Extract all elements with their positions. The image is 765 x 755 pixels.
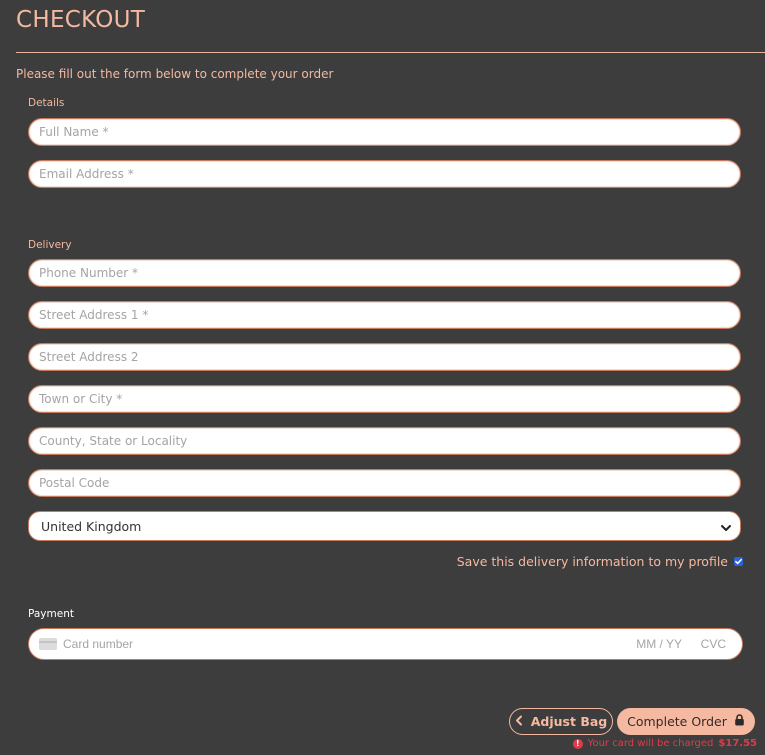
card-field[interactable]: Card number MM / YY CVC (28, 628, 743, 660)
street-address-1-field[interactable] (28, 301, 741, 329)
alert-circle-icon: ! (572, 738, 583, 749)
chevron-down-icon (720, 519, 732, 531)
card-expiry-input[interactable]: MM / YY (636, 637, 682, 651)
checkbox-checked-icon (735, 558, 742, 565)
charge-notice-text: Your card will be charged (587, 738, 714, 749)
save-delivery-label: Save this delivery information to my pro… (456, 554, 728, 569)
charge-amount: $17.55 (718, 738, 757, 749)
town-input[interactable] (39, 386, 729, 412)
phone-field[interactable] (28, 259, 741, 287)
details-section-label: Details (28, 97, 65, 109)
save-delivery-checkbox[interactable] (734, 557, 743, 566)
street-address-2-field[interactable] (28, 343, 741, 371)
country-select[interactable]: United Kingdom (28, 511, 741, 541)
town-field[interactable] (28, 385, 741, 413)
payment-section-label: Payment (28, 608, 74, 620)
street-address-2-input[interactable] (39, 344, 729, 370)
card-number-input[interactable]: Card number (63, 637, 133, 651)
county-input[interactable] (39, 428, 729, 454)
phone-input[interactable] (39, 260, 729, 286)
complete-order-label: Complete Order (627, 714, 727, 729)
postcode-input[interactable] (39, 470, 729, 496)
adjust-bag-label: Adjust Bag (530, 714, 608, 729)
card-cvc-input[interactable]: CVC (701, 637, 726, 651)
street-address-1-input[interactable] (39, 302, 729, 328)
delivery-section-label: Delivery (28, 239, 72, 251)
email-input[interactable] (39, 161, 729, 187)
adjust-bag-button[interactable]: Adjust Bag (509, 708, 613, 735)
complete-order-button[interactable]: Complete Order (617, 708, 755, 735)
page-title: CHECKOUT (16, 7, 146, 33)
credit-card-icon (39, 638, 57, 650)
chevron-left-icon (515, 714, 523, 729)
postcode-field[interactable] (28, 469, 741, 497)
charge-notice: ! Your card will be charged $17.55 (572, 738, 757, 749)
title-divider (16, 52, 765, 53)
county-field[interactable] (28, 427, 741, 455)
full-name-input[interactable] (39, 119, 729, 145)
country-select-value: United Kingdom (41, 519, 142, 534)
email-field[interactable] (28, 160, 741, 188)
lock-icon (734, 714, 745, 729)
intro-text: Please fill out the form below to comple… (16, 67, 334, 81)
full-name-field[interactable] (28, 118, 741, 146)
save-delivery-row: Save this delivery information to my pro… (457, 554, 743, 569)
